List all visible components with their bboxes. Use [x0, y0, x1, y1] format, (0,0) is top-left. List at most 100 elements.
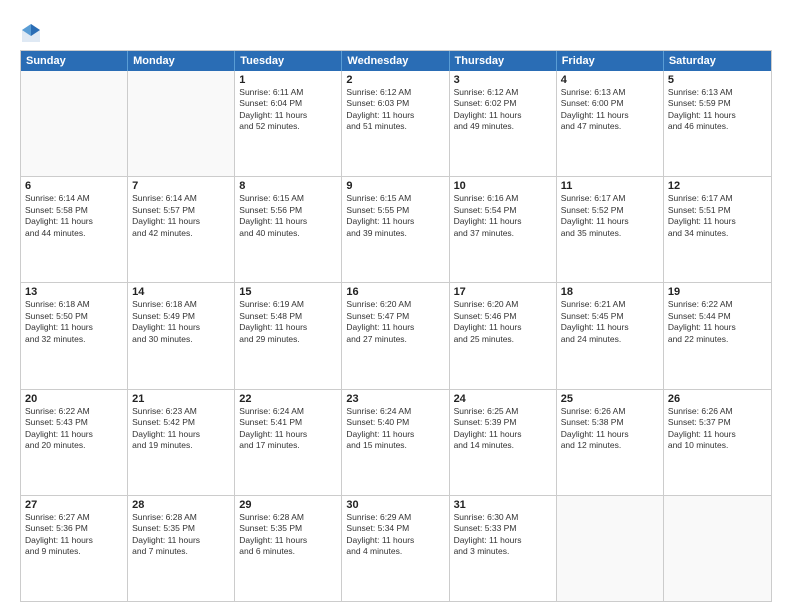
- calendar: SundayMondayTuesdayWednesdayThursdayFrid…: [20, 50, 772, 602]
- day-number: 7: [132, 180, 230, 192]
- cell-info-line: Sunrise: 6:28 AM: [132, 512, 230, 523]
- cell-info-line: and 39 minutes.: [346, 228, 444, 239]
- cell-info-line: Daylight: 11 hours: [561, 110, 659, 121]
- cell-info-line: Sunrise: 6:22 AM: [668, 299, 767, 310]
- calendar-row-3: 13Sunrise: 6:18 AMSunset: 5:50 PMDayligh…: [21, 282, 771, 388]
- cell-info-line: Sunset: 5:43 PM: [25, 417, 123, 428]
- cell-info-line: Daylight: 11 hours: [346, 429, 444, 440]
- cell-info-line: and 42 minutes.: [132, 228, 230, 239]
- cell-info-line: Sunset: 5:48 PM: [239, 311, 337, 322]
- cell-info-line: and 47 minutes.: [561, 121, 659, 132]
- cell-info-line: Sunrise: 6:17 AM: [561, 193, 659, 204]
- day-number: 17: [454, 286, 552, 298]
- cell-info-line: Sunset: 5:55 PM: [346, 205, 444, 216]
- cell-info-line: Sunset: 6:04 PM: [239, 98, 337, 109]
- header-day-wednesday: Wednesday: [342, 51, 449, 71]
- cell-info-line: Sunset: 5:36 PM: [25, 523, 123, 534]
- calendar-row-5: 27Sunrise: 6:27 AMSunset: 5:36 PMDayligh…: [21, 495, 771, 601]
- cell-info-line: Sunset: 5:39 PM: [454, 417, 552, 428]
- cell-info-line: Daylight: 11 hours: [25, 429, 123, 440]
- cell-info-line: Sunset: 6:02 PM: [454, 98, 552, 109]
- cell-info-line: and 12 minutes.: [561, 440, 659, 451]
- calendar-cell-3-4: 16Sunrise: 6:20 AMSunset: 5:47 PMDayligh…: [342, 283, 449, 388]
- cell-info-line: Sunrise: 6:13 AM: [668, 87, 767, 98]
- calendar-cell-4-3: 22Sunrise: 6:24 AMSunset: 5:41 PMDayligh…: [235, 390, 342, 495]
- page: SundayMondayTuesdayWednesdayThursdayFrid…: [0, 0, 792, 612]
- cell-info-line: Daylight: 11 hours: [239, 535, 337, 546]
- day-number: 29: [239, 499, 337, 511]
- cell-info-line: Sunrise: 6:17 AM: [668, 193, 767, 204]
- calendar-header: SundayMondayTuesdayWednesdayThursdayFrid…: [21, 51, 771, 71]
- cell-info-line: Sunrise: 6:15 AM: [239, 193, 337, 204]
- calendar-cell-1-2: [128, 71, 235, 176]
- day-number: 30: [346, 499, 444, 511]
- cell-info-line: and 25 minutes.: [454, 334, 552, 345]
- cell-info-line: Sunset: 5:57 PM: [132, 205, 230, 216]
- cell-info-line: Daylight: 11 hours: [25, 535, 123, 546]
- cell-info-line: Daylight: 11 hours: [668, 322, 767, 333]
- cell-info-line: and 9 minutes.: [25, 546, 123, 557]
- cell-info-line: and 52 minutes.: [239, 121, 337, 132]
- calendar-cell-5-4: 30Sunrise: 6:29 AMSunset: 5:34 PMDayligh…: [342, 496, 449, 601]
- calendar-cell-2-4: 9Sunrise: 6:15 AMSunset: 5:55 PMDaylight…: [342, 177, 449, 282]
- cell-info-line: and 27 minutes.: [346, 334, 444, 345]
- cell-info-line: Sunset: 5:40 PM: [346, 417, 444, 428]
- header-day-saturday: Saturday: [664, 51, 771, 71]
- calendar-cell-4-2: 21Sunrise: 6:23 AMSunset: 5:42 PMDayligh…: [128, 390, 235, 495]
- cell-info-line: Daylight: 11 hours: [132, 535, 230, 546]
- cell-info-line: Daylight: 11 hours: [668, 110, 767, 121]
- cell-info-line: Daylight: 11 hours: [454, 110, 552, 121]
- cell-info-line: and 3 minutes.: [454, 546, 552, 557]
- day-number: 1: [239, 74, 337, 86]
- calendar-cell-3-7: 19Sunrise: 6:22 AMSunset: 5:44 PMDayligh…: [664, 283, 771, 388]
- cell-info-line: Sunrise: 6:14 AM: [132, 193, 230, 204]
- calendar-cell-3-5: 17Sunrise: 6:20 AMSunset: 5:46 PMDayligh…: [450, 283, 557, 388]
- calendar-body: 1Sunrise: 6:11 AMSunset: 6:04 PMDaylight…: [21, 71, 771, 601]
- day-number: 4: [561, 74, 659, 86]
- cell-info-line: and 37 minutes.: [454, 228, 552, 239]
- cell-info-line: and 7 minutes.: [132, 546, 230, 557]
- day-number: 3: [454, 74, 552, 86]
- cell-info-line: Sunrise: 6:12 AM: [454, 87, 552, 98]
- cell-info-line: and 49 minutes.: [454, 121, 552, 132]
- cell-info-line: Sunset: 5:41 PM: [239, 417, 337, 428]
- calendar-cell-4-7: 26Sunrise: 6:26 AMSunset: 5:37 PMDayligh…: [664, 390, 771, 495]
- day-number: 23: [346, 393, 444, 405]
- calendar-cell-5-5: 31Sunrise: 6:30 AMSunset: 5:33 PMDayligh…: [450, 496, 557, 601]
- cell-info-line: and 24 minutes.: [561, 334, 659, 345]
- calendar-cell-2-2: 7Sunrise: 6:14 AMSunset: 5:57 PMDaylight…: [128, 177, 235, 282]
- cell-info-line: and 22 minutes.: [668, 334, 767, 345]
- cell-info-line: and 10 minutes.: [668, 440, 767, 451]
- cell-info-line: and 44 minutes.: [25, 228, 123, 239]
- cell-info-line: Daylight: 11 hours: [346, 535, 444, 546]
- cell-info-line: Sunrise: 6:27 AM: [25, 512, 123, 523]
- cell-info-line: Sunset: 5:46 PM: [454, 311, 552, 322]
- calendar-cell-3-6: 18Sunrise: 6:21 AMSunset: 5:45 PMDayligh…: [557, 283, 664, 388]
- calendar-cell-2-5: 10Sunrise: 6:16 AMSunset: 5:54 PMDayligh…: [450, 177, 557, 282]
- day-number: 13: [25, 286, 123, 298]
- calendar-cell-5-1: 27Sunrise: 6:27 AMSunset: 5:36 PMDayligh…: [21, 496, 128, 601]
- cell-info-line: Daylight: 11 hours: [561, 322, 659, 333]
- cell-info-line: and 32 minutes.: [25, 334, 123, 345]
- day-number: 22: [239, 393, 337, 405]
- day-number: 18: [561, 286, 659, 298]
- cell-info-line: Sunrise: 6:16 AM: [454, 193, 552, 204]
- cell-info-line: Daylight: 11 hours: [561, 429, 659, 440]
- day-number: 21: [132, 393, 230, 405]
- calendar-cell-5-6: [557, 496, 664, 601]
- header: [20, 18, 772, 44]
- calendar-cell-2-1: 6Sunrise: 6:14 AMSunset: 5:58 PMDaylight…: [21, 177, 128, 282]
- cell-info-line: Sunrise: 6:21 AM: [561, 299, 659, 310]
- cell-info-line: Daylight: 11 hours: [668, 216, 767, 227]
- header-day-tuesday: Tuesday: [235, 51, 342, 71]
- cell-info-line: Sunrise: 6:22 AM: [25, 406, 123, 417]
- cell-info-line: and 17 minutes.: [239, 440, 337, 451]
- day-number: 20: [25, 393, 123, 405]
- cell-info-line: Sunrise: 6:20 AM: [346, 299, 444, 310]
- cell-info-line: Sunset: 5:56 PM: [239, 205, 337, 216]
- cell-info-line: Sunrise: 6:18 AM: [132, 299, 230, 310]
- cell-info-line: and 40 minutes.: [239, 228, 337, 239]
- cell-info-line: and 20 minutes.: [25, 440, 123, 451]
- calendar-cell-2-7: 12Sunrise: 6:17 AMSunset: 5:51 PMDayligh…: [664, 177, 771, 282]
- cell-info-line: Sunrise: 6:18 AM: [25, 299, 123, 310]
